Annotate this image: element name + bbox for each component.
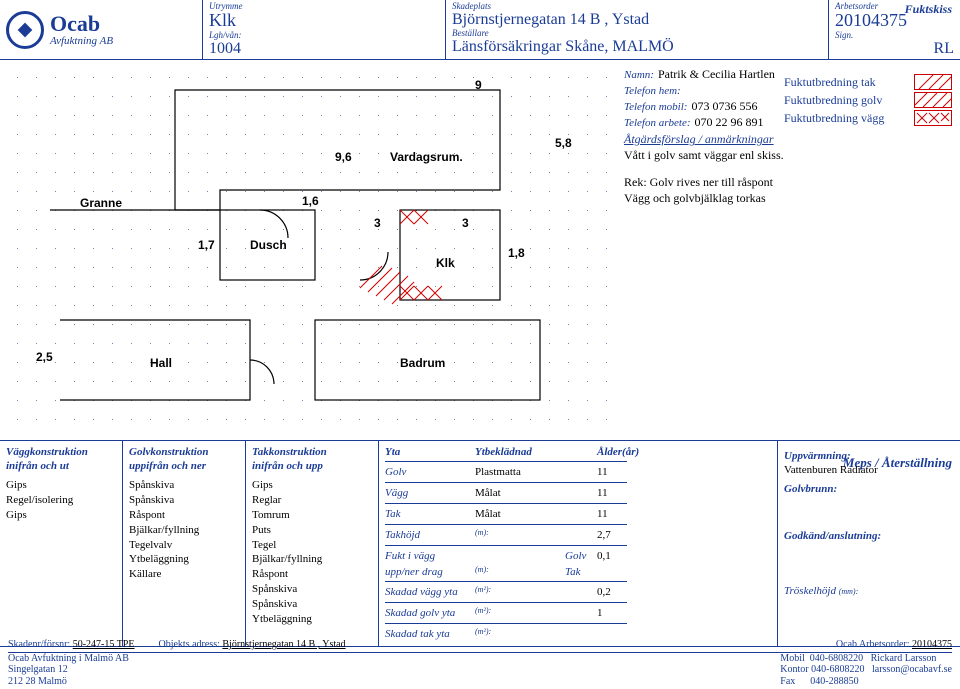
- hem-label: Telefon hem:: [624, 85, 681, 97]
- bestallare-label: Beställare: [452, 29, 822, 38]
- atg-line3: Vägg och golvbjälklag torkas: [624, 191, 952, 206]
- namn-label: Namn:: [624, 69, 654, 81]
- sign-label: Sign.: [835, 31, 954, 40]
- arbete: 070 22 96 891: [695, 115, 764, 129]
- room-granne: Granne: [80, 196, 122, 210]
- dim-9-6: 9,6: [335, 150, 352, 164]
- atg-header: Åtgärdsförslag / anmärkningar: [624, 132, 952, 147]
- swatch-vagg-icon: [914, 110, 952, 126]
- room-dusch: Dusch: [250, 238, 287, 252]
- brand-sub: Avfuktning AB: [50, 35, 113, 47]
- skadeplats: Björnstjernegatan 14 B , Ystad: [452, 11, 822, 29]
- footer: Skadenr/försnr: 50-247-15 TPE Objekts ad…: [0, 637, 960, 689]
- room-klk: Klk: [436, 256, 455, 270]
- brand: Ocab: [50, 13, 113, 35]
- room-badrum: Badrum: [400, 356, 445, 370]
- bestallare: Länsförsäkringar Skåne, MALMÖ: [452, 38, 822, 56]
- lgh: 1004: [209, 40, 439, 58]
- utrymme: Klk: [209, 11, 439, 31]
- sign: RL: [835, 40, 954, 58]
- atg-line2: Rek: Golv rives ner till råspont: [624, 175, 952, 190]
- atg-line1: Vått i golv samt väggar enl skiss.: [624, 148, 952, 163]
- header: Ocab Avfuktning AB Utrymme Klk Lgh/vån: …: [0, 0, 960, 60]
- legend-vagg: Fuktutbredning vägg: [784, 111, 914, 126]
- dim-1-8: 1,8: [508, 246, 525, 260]
- legend-tak: Fuktutbredning tak: [784, 75, 914, 90]
- col-vagg: Väggkonstruktioninifrån och ut GipsRegel…: [0, 441, 123, 646]
- dim-3b: 3: [462, 216, 469, 230]
- utrymme-label: Utrymme: [209, 2, 439, 11]
- room-vardagsrum: Vardagsrum.: [390, 150, 463, 164]
- doc-title: Fuktskiss: [905, 2, 952, 17]
- lgh-label: Lgh/vån:: [209, 31, 439, 40]
- legend-golv: Fuktutbredning golv: [784, 93, 914, 108]
- dim-5-8: 5,8: [555, 136, 572, 150]
- dim-2-5: 2,5: [36, 350, 53, 364]
- col-right: Uppvärmning: Vattenburen Radiator Golvbr…: [778, 441, 960, 646]
- logo-icon: [6, 11, 44, 49]
- col-tak: Takkonstruktioninifrån och upp GipsRegla…: [246, 441, 379, 646]
- floor-plan: 9,6 Vardagsrum. 9 5,8 Granne 1,6 1,7 Dus…: [0, 60, 620, 430]
- legend: Fuktutbredning tak Fuktutbredning golv F…: [784, 72, 952, 128]
- arbete-label: Telefon arbete:: [624, 117, 691, 129]
- construction-table: Väggkonstruktioninifrån och ut GipsRegel…: [0, 440, 960, 647]
- side-panel: Namn: Patrik & Cecilia Hartlen Telefon he…: [620, 60, 960, 430]
- dim-3a: 3: [374, 216, 381, 230]
- dim-1-6: 1,6: [302, 194, 319, 208]
- dim-9: 9: [475, 78, 482, 92]
- swatch-tak-icon: [914, 74, 952, 90]
- namn: Patrik & Cecilia Hartlen: [658, 67, 775, 81]
- col-yt: YtaYtbeklädnadÅlder(år) GolvPlastmatta11…: [379, 441, 778, 646]
- mobil-label: Telefon mobil:: [624, 101, 687, 113]
- logo: Ocab Avfuktning AB: [0, 0, 202, 59]
- room-hall: Hall: [150, 356, 172, 370]
- col-golv: Golvkonstruktionuppifrån och ner Spånski…: [123, 441, 246, 646]
- dim-1-7: 1,7: [198, 238, 215, 252]
- skadeplats-label: Skadeplats: [452, 2, 822, 11]
- swatch-golv-icon: [914, 92, 952, 108]
- mobil: 073 0736 556: [691, 99, 757, 113]
